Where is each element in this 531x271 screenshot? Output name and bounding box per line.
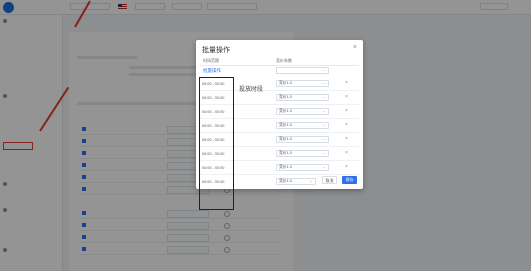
row-bid-select[interactable]: 竞价1.0 [276, 122, 329, 129]
row-bid-select[interactable]: 竞价1.0 [276, 150, 329, 157]
time-range-highlight-box [199, 77, 234, 210]
row-delete-icon[interactable]: × [345, 150, 348, 156]
row-bid-select[interactable]: 竞价1.0 [276, 178, 316, 185]
column-header-time: 时间范围 [203, 58, 219, 63]
row-delete-icon[interactable]: × [345, 136, 348, 142]
batch-bid-select[interactable] [276, 67, 329, 74]
column-header-bid: 竞价系数 [276, 58, 292, 63]
row-bid-select[interactable]: 竞价1.0 [276, 108, 329, 115]
batch-operation-link[interactable]: 批量操作 [203, 68, 221, 74]
save-button[interactable]: 保存 [342, 176, 357, 184]
row-delete-icon[interactable]: × [345, 108, 348, 114]
row-bid-select[interactable]: 竞价1.0 [276, 164, 329, 171]
close-icon[interactable]: × [353, 44, 357, 51]
row-bid-select[interactable]: 竞价1.0 [276, 136, 329, 143]
row-delete-icon[interactable]: × [345, 80, 348, 86]
batch-operation-modal: 批量操作 × 时间范围 竞价系数 批量操作 00:00 - 00:00 竞价1.… [196, 40, 363, 210]
row-delete-icon[interactable]: × [345, 122, 348, 128]
row-delete-icon[interactable]: × [345, 94, 348, 100]
row-delete-icon[interactable]: × [345, 164, 348, 170]
cancel-button[interactable]: 取消 [322, 176, 337, 184]
annotation-label: 投放时段 [239, 87, 264, 93]
modal-title: 批量操作 [202, 47, 230, 54]
row-bid-select[interactable]: 竞价1.0 [276, 94, 329, 101]
row-bid-select[interactable]: 竞价1.0 [276, 80, 329, 87]
header-divider [200, 65, 359, 66]
